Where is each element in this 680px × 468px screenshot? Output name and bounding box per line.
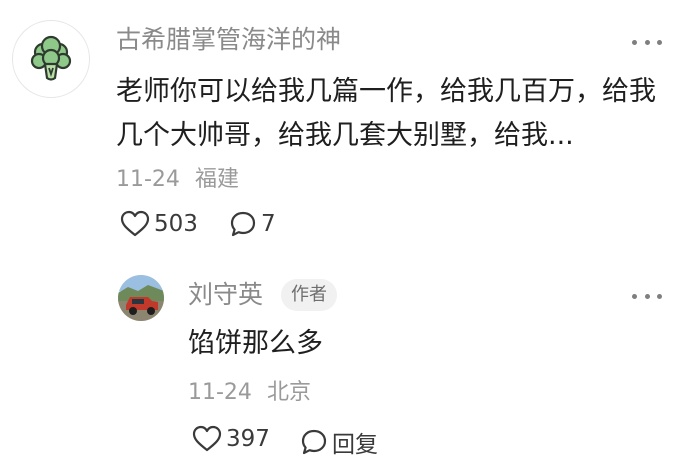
reply-like-button[interactable]: 397	[192, 425, 270, 453]
reply-avatar[interactable]	[118, 275, 164, 321]
like-button[interactable]: 503	[120, 210, 198, 238]
comment-button[interactable]: 7	[229, 210, 276, 238]
comment-meta: 11-24 福建	[116, 165, 239, 195]
comment-bubble-icon	[301, 429, 327, 455]
reply-username[interactable]: 刘守英	[188, 279, 263, 311]
reply-text[interactable]: 馅饼那么多	[188, 324, 323, 364]
comment-location: 福建	[194, 167, 239, 192]
more-dots-icon[interactable]	[632, 291, 662, 301]
avatar[interactable]	[12, 20, 90, 98]
comment-thread: 古希腊掌管海洋的神 老师你可以给我几篇一作，给我几百万，给我几个大帅哥，给我几套…	[0, 0, 680, 468]
like-count: 503	[154, 211, 198, 237]
heart-icon	[192, 425, 222, 452]
author-badge: 作者	[281, 279, 337, 311]
reply-location: 北京	[266, 380, 311, 405]
reply-button[interactable]: 回复	[300, 425, 378, 459]
comment-date: 11-24	[116, 167, 180, 192]
reply-meta: 11-24 北京	[188, 378, 311, 408]
reply-label: 回复	[332, 432, 378, 458]
comment-text[interactable]: 老师你可以给我几篇一作，给我几百万，给我几个大帅哥，给我几套大别墅，给我...	[116, 70, 661, 158]
heart-icon	[120, 210, 150, 237]
comment-bubble-icon	[230, 211, 256, 237]
red-jeep-avatar	[118, 275, 164, 321]
broccoli-icon	[30, 35, 72, 81]
comment-count: 7	[261, 211, 276, 237]
reply-like-count: 397	[226, 426, 270, 452]
more-dots-icon[interactable]	[632, 37, 662, 47]
comment-username[interactable]: 古希腊掌管海洋的神	[116, 22, 341, 58]
reply-date: 11-24	[188, 380, 252, 405]
